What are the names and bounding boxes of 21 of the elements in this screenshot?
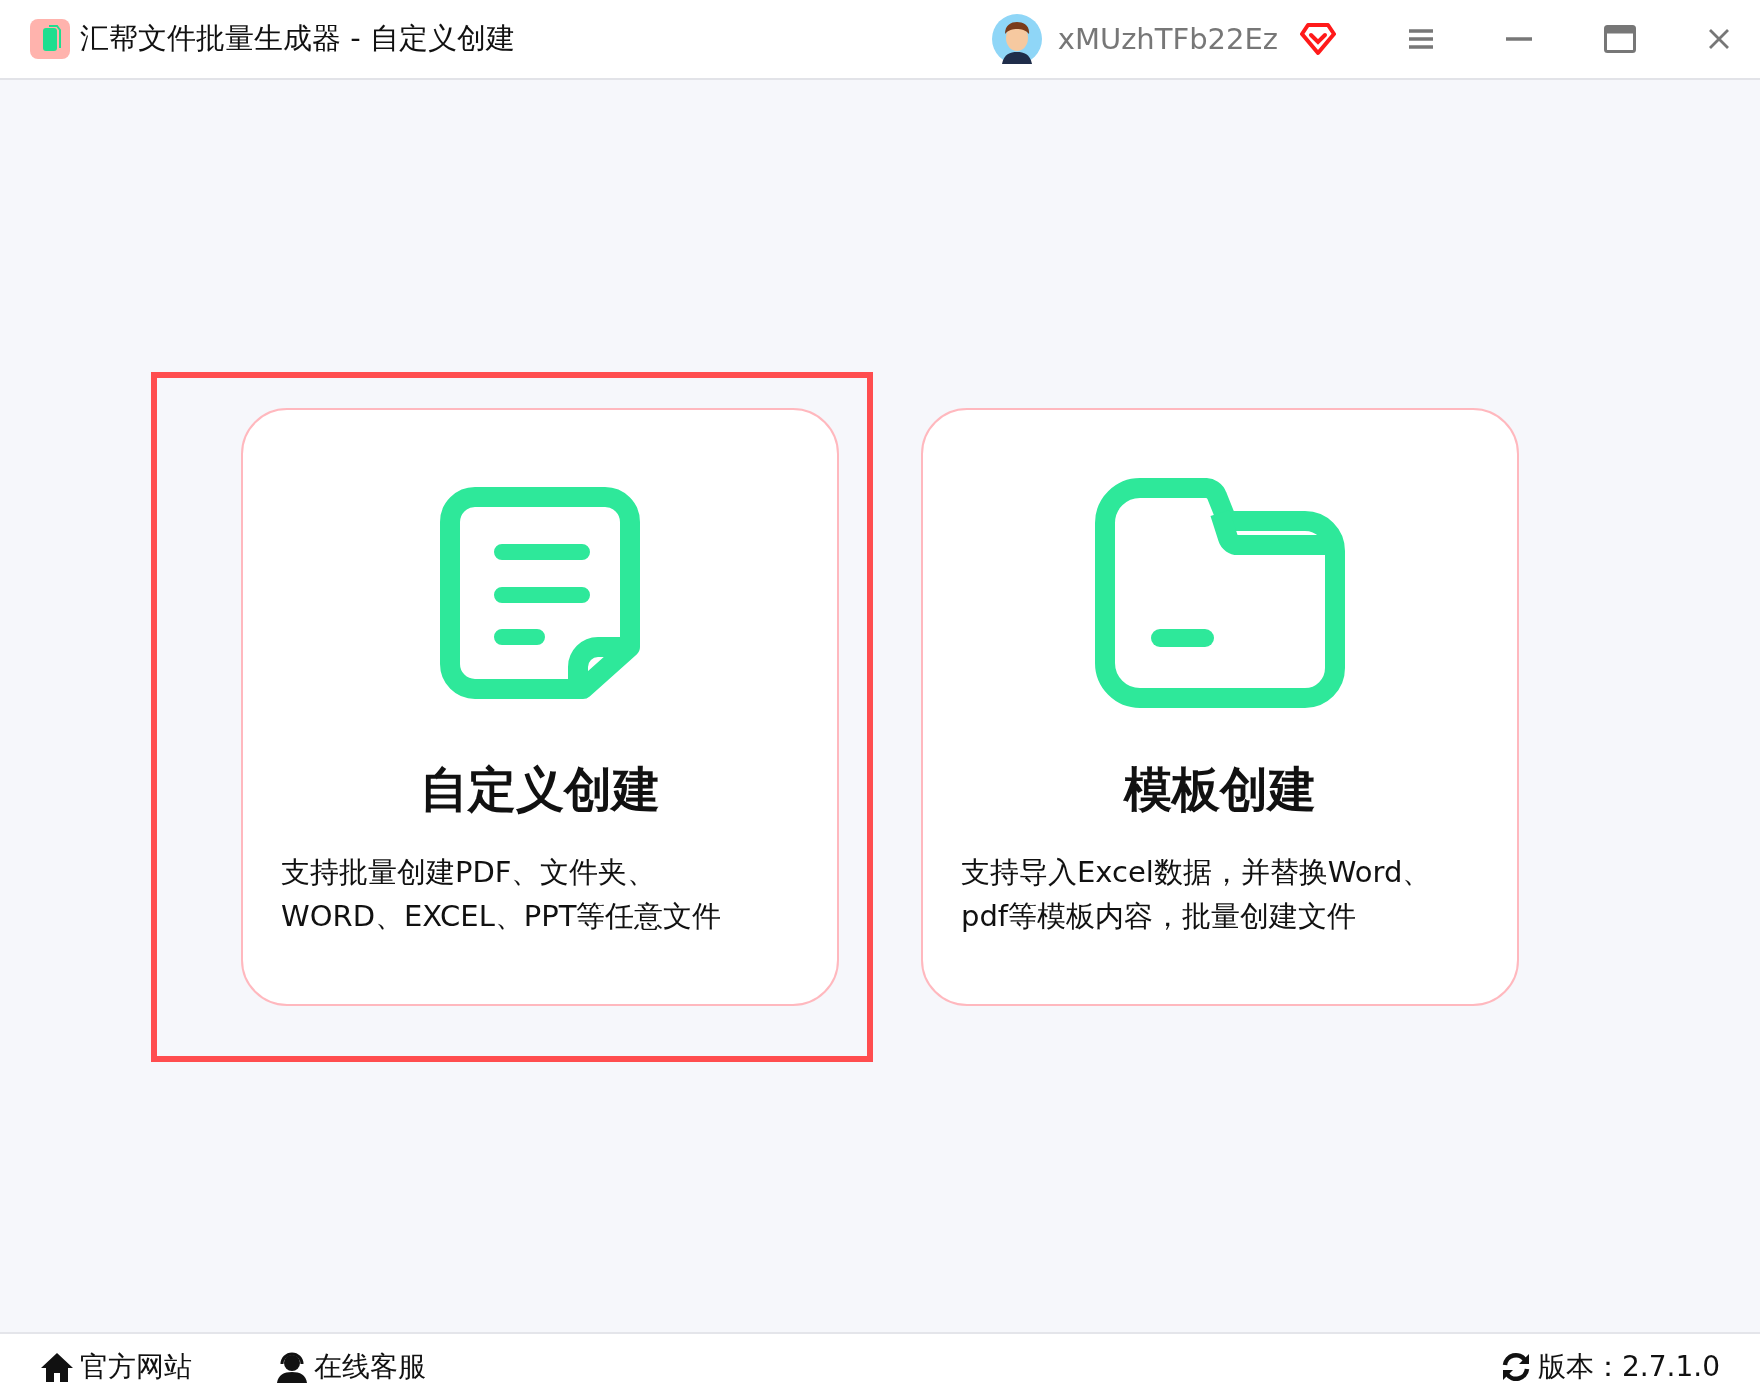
card-title: 自定义创建	[419, 760, 661, 819]
document-icon	[440, 487, 640, 699]
card-description: 支持批量创建PDF、文件夹、 WORD、EXCEL、PPT等任意文件	[281, 854, 723, 935]
avatar-icon[interactable]	[991, 14, 1042, 64]
option-card[interactable]: 模板创建 支持导入Excel数据，并替换Word、 pdf等模板内容，批量创建文件	[921, 408, 1519, 1006]
footer-link[interactable]: 官方网站	[40, 1348, 192, 1386]
card-title: 模板创建	[1122, 760, 1317, 819]
username[interactable]: xMUzhTFb22Ez	[1057, 22, 1278, 56]
footer-link[interactable]: 在线客服	[276, 1348, 426, 1386]
card-description: 支持导入Excel数据，并替换Word、 pdf等模板内容，批量创建文件	[961, 854, 1433, 935]
close-icon[interactable]	[1708, 28, 1730, 50]
headset-person-icon	[276, 1351, 308, 1383]
maximize-icon[interactable]	[1604, 25, 1636, 53]
option-card[interactable]: 自定义创建 支持批量创建PDF、文件夹、 WORD、EXCEL、PPT等任意文件	[241, 408, 839, 1006]
folder-icon	[1095, 478, 1345, 708]
window-title: 汇帮文件批量生成器 - 自定义创建	[80, 20, 515, 57]
app-logo-icon	[30, 19, 70, 59]
diamond-icon[interactable]	[1300, 22, 1336, 56]
menu-icon[interactable]	[1408, 28, 1434, 50]
version-info[interactable]: 版本：2.7.1.0	[1500, 1348, 1720, 1386]
home-icon	[40, 1351, 74, 1383]
